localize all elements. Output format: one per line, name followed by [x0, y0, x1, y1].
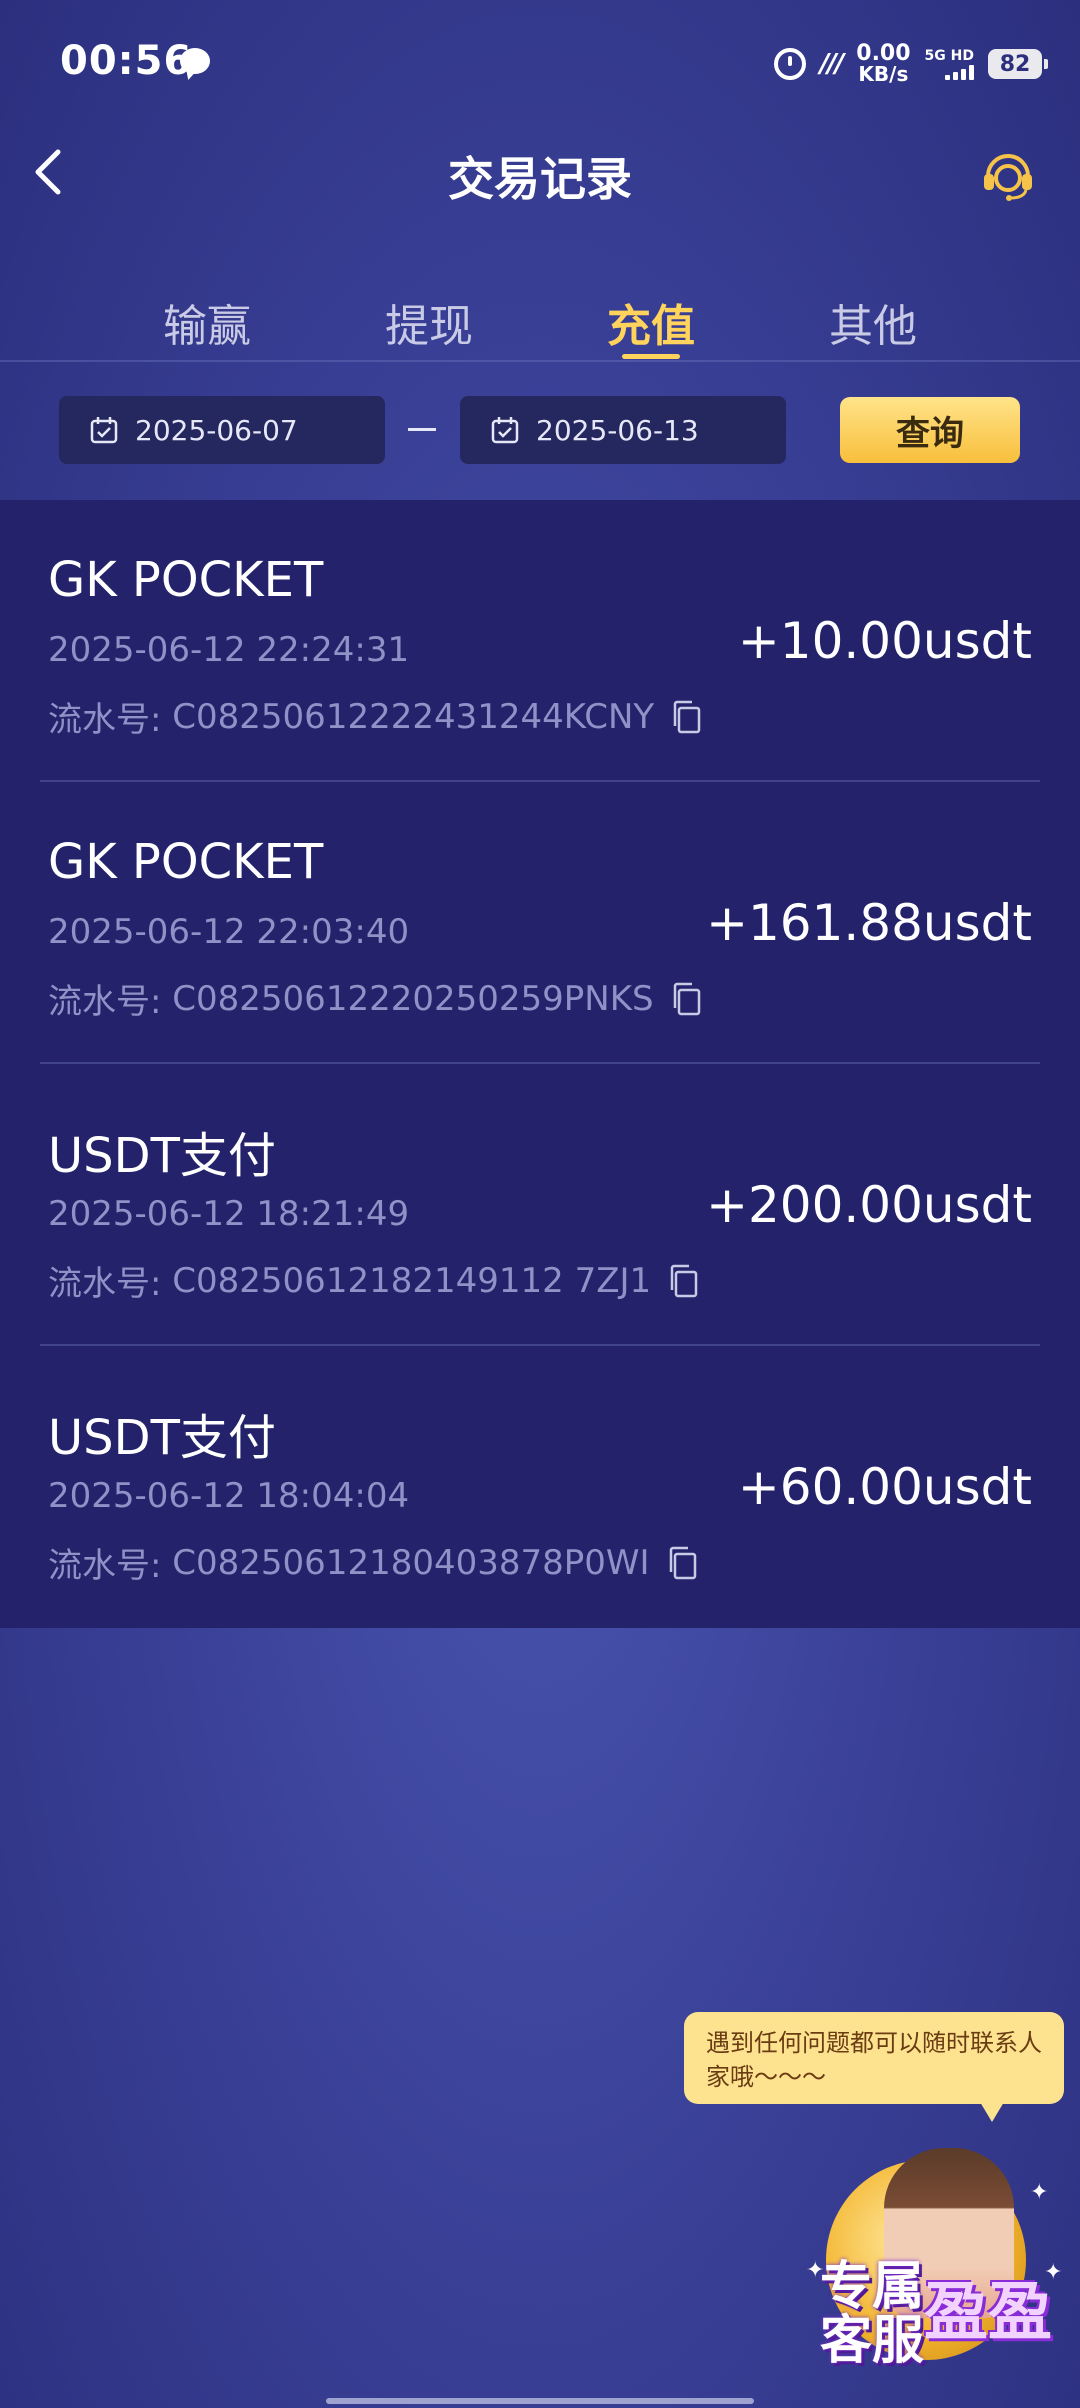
- page-title: 交易记录: [448, 152, 632, 206]
- end-date-value: 2025-06-13: [536, 413, 699, 447]
- serial-value: C08250612222431244KCNY: [172, 696, 655, 737]
- tab-active-indicator: [622, 354, 680, 359]
- serial-value: C08250612180403878P0WI: [172, 1542, 650, 1583]
- calendar-icon: [491, 417, 519, 444]
- home-indicator[interactable]: [326, 2398, 754, 2404]
- battery-icon: 82: [988, 49, 1048, 79]
- record-channel: USDT支付: [48, 1410, 276, 1466]
- start-date-value: 2025-06-07: [135, 413, 298, 447]
- record-amount: +60.00usdt: [737, 1458, 1032, 1516]
- serial-label: 流水号:: [48, 982, 162, 1022]
- serial-label: 流水号:: [48, 1546, 162, 1586]
- serial-value: C08250612220250259PNKS: [172, 978, 654, 1019]
- sparkle-icon: ✦: [1030, 2180, 1049, 2205]
- signal-bars-icon: [945, 64, 974, 80]
- network-speed-unit: KB/s: [858, 62, 909, 86]
- nfc-icon: ///: [819, 49, 844, 79]
- customer-service-widget[interactable]: ✦ ✦ ✦ 专属 客服 盈盈: [800, 2140, 1070, 2408]
- list-item[interactable]: USDT支付 2025-06-12 18:04:04 流水号: C0825061…: [0, 1346, 1080, 1628]
- record-serial: 流水号: C08250612222431244KCNY: [48, 692, 702, 741]
- start-date-picker[interactable]: 2025-06-07: [59, 396, 385, 464]
- network-speed: 0.00 KB/s: [856, 41, 911, 86]
- record-amount: +10.00usdt: [737, 612, 1032, 670]
- record-amount: +161.88usdt: [706, 894, 1032, 952]
- badge-name: 盈盈: [924, 2276, 1052, 2350]
- tab-withdraw[interactable]: 提现: [359, 290, 499, 354]
- date-range-separator: [408, 428, 436, 431]
- serial-label: 流水号:: [48, 1264, 162, 1304]
- list-item[interactable]: GK POCKET 2025-06-12 22:24:31 流水号: C0825…: [0, 500, 1080, 782]
- copy-icon[interactable]: [670, 981, 702, 1017]
- list-item[interactable]: GK POCKET 2025-06-12 22:03:40 流水号: C0825…: [0, 782, 1080, 1064]
- list-item[interactable]: USDT支付 2025-06-12 18:21:49 流水号: C0825061…: [0, 1064, 1080, 1346]
- tab-win-loss[interactable]: 输赢: [137, 290, 277, 354]
- record-amount: +200.00usdt: [706, 1176, 1032, 1234]
- tab-other[interactable]: 其他: [803, 290, 943, 354]
- tabs-divider: [0, 360, 1080, 362]
- tab-bar: 输赢 提现 充值 其他: [0, 290, 1080, 360]
- serial-label: 流水号:: [48, 700, 162, 740]
- chat-notification-icon: [180, 48, 210, 74]
- record-serial: 流水号: C08250612220250259PNKS: [48, 974, 702, 1023]
- record-serial: 流水号: C08250612180403878P0WI: [48, 1538, 698, 1587]
- customer-service-button[interactable]: [980, 146, 1036, 202]
- support-badge: 专属 客服 盈盈: [820, 2260, 1070, 2368]
- copy-icon[interactable]: [670, 699, 702, 735]
- calendar-icon: [90, 417, 118, 444]
- end-date-picker[interactable]: 2025-06-13: [460, 396, 786, 464]
- transaction-list: GK POCKET 2025-06-12 22:24:31 流水号: C0825…: [0, 500, 1080, 1628]
- serial-value: C08250612182149112 7ZJ1: [172, 1260, 652, 1301]
- signal-label: 5G HD: [924, 48, 974, 64]
- copy-icon[interactable]: [667, 1263, 699, 1299]
- record-time: 2025-06-12 18:21:49: [48, 1194, 410, 1234]
- record-time: 2025-06-12 22:03:40: [48, 912, 410, 952]
- headset-icon: [984, 154, 1032, 201]
- record-time: 2025-06-12 18:04:04: [48, 1476, 410, 1516]
- record-channel: GK POCKET: [48, 834, 324, 890]
- query-button[interactable]: 查询: [840, 397, 1020, 463]
- record-channel: USDT支付: [48, 1128, 276, 1184]
- status-time: 00:56: [60, 38, 193, 84]
- signal-indicator: 5G HD: [925, 48, 974, 80]
- record-channel: GK POCKET: [48, 552, 324, 608]
- record-time: 2025-06-12 22:24:31: [48, 630, 410, 670]
- record-serial: 流水号: C08250612182149112 7ZJ1: [48, 1256, 699, 1305]
- status-bar: 00:56 /// 0.00 KB/s 5G HD 82: [0, 0, 1080, 130]
- status-icons: /// 0.00 KB/s 5G HD 82: [773, 41, 1048, 86]
- tab-deposit[interactable]: 充值: [581, 290, 721, 354]
- support-tooltip: 遇到任何问题都可以随时联系人家哦～～～: [684, 2012, 1064, 2122]
- alarm-icon: [773, 48, 806, 80]
- copy-icon[interactable]: [666, 1545, 698, 1581]
- network-speed-value: 0.00: [856, 41, 911, 66]
